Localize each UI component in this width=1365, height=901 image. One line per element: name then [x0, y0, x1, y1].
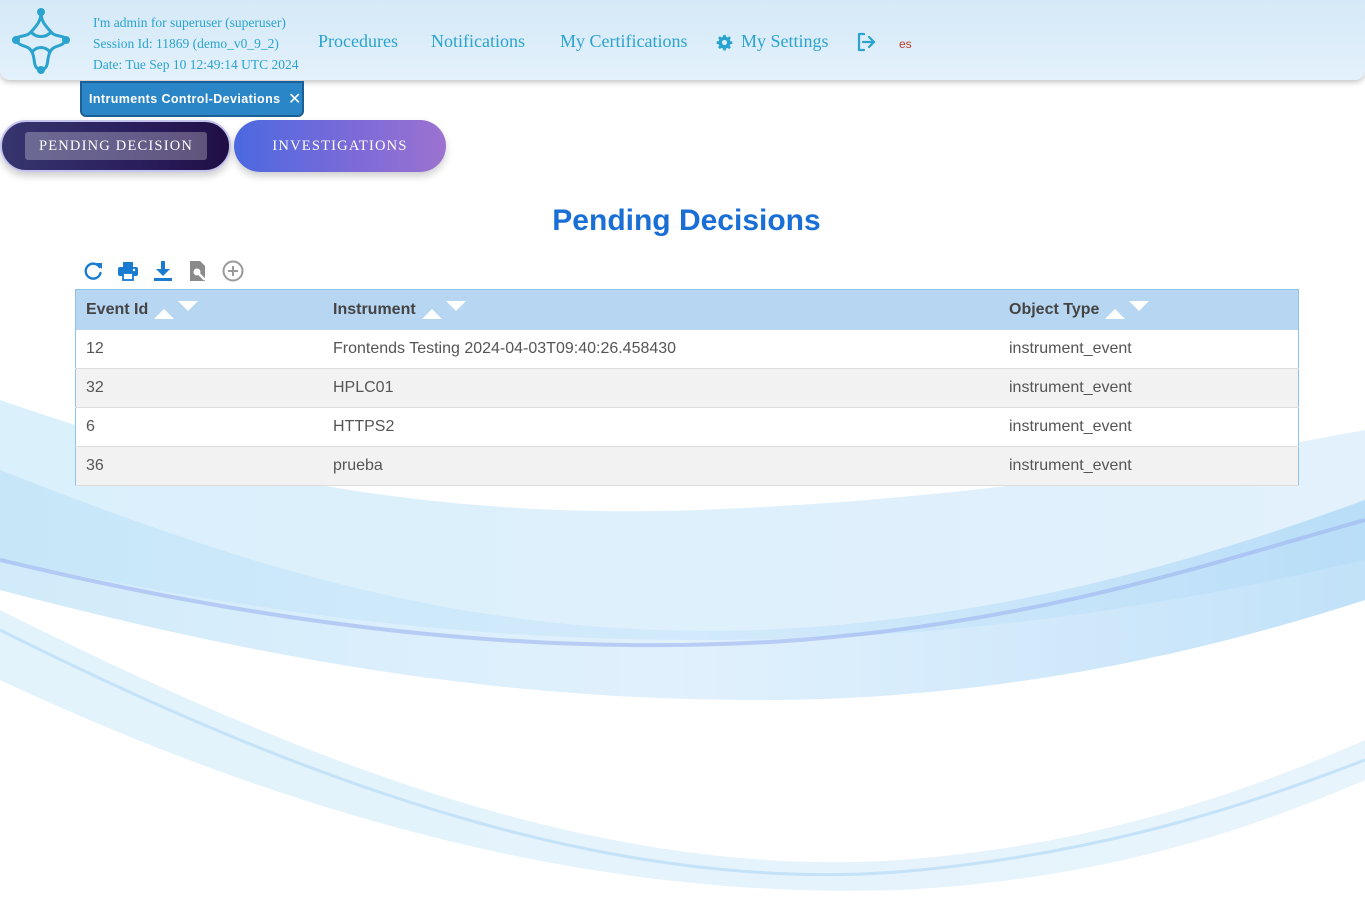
- procedure-tab-label: Intruments Control-Deviations: [89, 92, 281, 106]
- refresh-icon[interactable]: [82, 260, 104, 282]
- cell-object-type: instrument_event: [999, 407, 1299, 447]
- nav-certifications[interactable]: My Certifications: [560, 31, 687, 52]
- column-header-label: Event Id: [86, 301, 149, 318]
- nav-notifications[interactable]: Notifications: [431, 31, 525, 52]
- table-row[interactable]: 32 HPLC01 instrument_event: [75, 368, 1299, 408]
- procedure-tab[interactable]: Intruments Control-Deviations ✕: [80, 81, 304, 117]
- tab-pending-decision[interactable]: PENDING DECISION: [0, 120, 231, 172]
- app-logo-icon[interactable]: [12, 8, 70, 74]
- cell-instrument: Frontends Testing 2024-04-03T09:40:26.45…: [323, 330, 999, 369]
- add-circle-icon[interactable]: [222, 260, 244, 282]
- nav-procedures[interactable]: Procedures: [318, 31, 398, 52]
- table-row[interactable]: 6 HTTPS2 instrument_event: [75, 407, 1299, 447]
- page-title: Pending Decisions: [552, 204, 821, 237]
- cell-instrument: HPLC01: [323, 368, 999, 408]
- column-header-instrument[interactable]: Instrument: [323, 289, 999, 330]
- sort-ascending-icon[interactable]: [154, 308, 175, 319]
- cell-event-id: 32: [75, 368, 323, 408]
- search-document-icon[interactable]: [187, 260, 209, 282]
- sort-descending-icon[interactable]: [178, 300, 199, 311]
- cell-instrument: HTTPS2: [323, 407, 999, 447]
- date-line: Date: Tue Sep 10 12:49:14 UTC 2024: [93, 57, 299, 72]
- cell-event-id: 6: [75, 407, 323, 447]
- table-row[interactable]: 36 prueba instrument_event: [75, 446, 1299, 486]
- sort-descending-icon[interactable]: [445, 300, 466, 311]
- column-header-label: Object Type: [1009, 301, 1100, 318]
- top-header: I'm admin for superuser (superuser) Sess…: [0, 0, 1365, 80]
- sort-ascending-icon[interactable]: [1105, 308, 1126, 319]
- cell-object-type: instrument_event: [999, 330, 1299, 369]
- tab-investigations[interactable]: INVESTIGATIONS: [234, 120, 446, 172]
- column-header-object-type[interactable]: Object Type: [999, 289, 1299, 330]
- session-info: I'm admin for superuser (superuser) Sess…: [93, 12, 299, 75]
- logout-icon[interactable]: [856, 32, 876, 52]
- user-line: I'm admin for superuser (superuser): [93, 15, 286, 30]
- column-header-event-id[interactable]: Event Id: [75, 289, 323, 330]
- pending-decisions-table: Event Id Instrument Object Type 12 Front…: [75, 289, 1299, 486]
- column-header-label: Instrument: [333, 301, 416, 318]
- sort-descending-icon[interactable]: [1129, 300, 1150, 311]
- close-icon[interactable]: ✕: [288, 89, 302, 109]
- sort-ascending-icon[interactable]: [421, 308, 442, 319]
- cell-object-type: instrument_event: [999, 368, 1299, 408]
- download-icon[interactable]: [152, 260, 174, 282]
- print-icon[interactable]: [117, 260, 139, 282]
- cell-object-type: instrument_event: [999, 446, 1299, 486]
- language-switch[interactable]: es: [899, 37, 912, 51]
- tab-pending-decision-label: PENDING DECISION: [25, 132, 207, 160]
- table-header-row: Event Id Instrument Object Type: [75, 289, 1299, 330]
- nav-settings[interactable]: My Settings: [741, 31, 829, 52]
- gear-icon[interactable]: [716, 34, 733, 51]
- session-id-line: Session Id: 11869 (demo_v0_9_2): [93, 36, 279, 51]
- cell-event-id: 12: [75, 330, 323, 369]
- cell-instrument: prueba: [323, 446, 999, 486]
- cell-event-id: 36: [75, 446, 323, 486]
- table-row[interactable]: 12 Frontends Testing 2024-04-03T09:40:26…: [75, 330, 1299, 369]
